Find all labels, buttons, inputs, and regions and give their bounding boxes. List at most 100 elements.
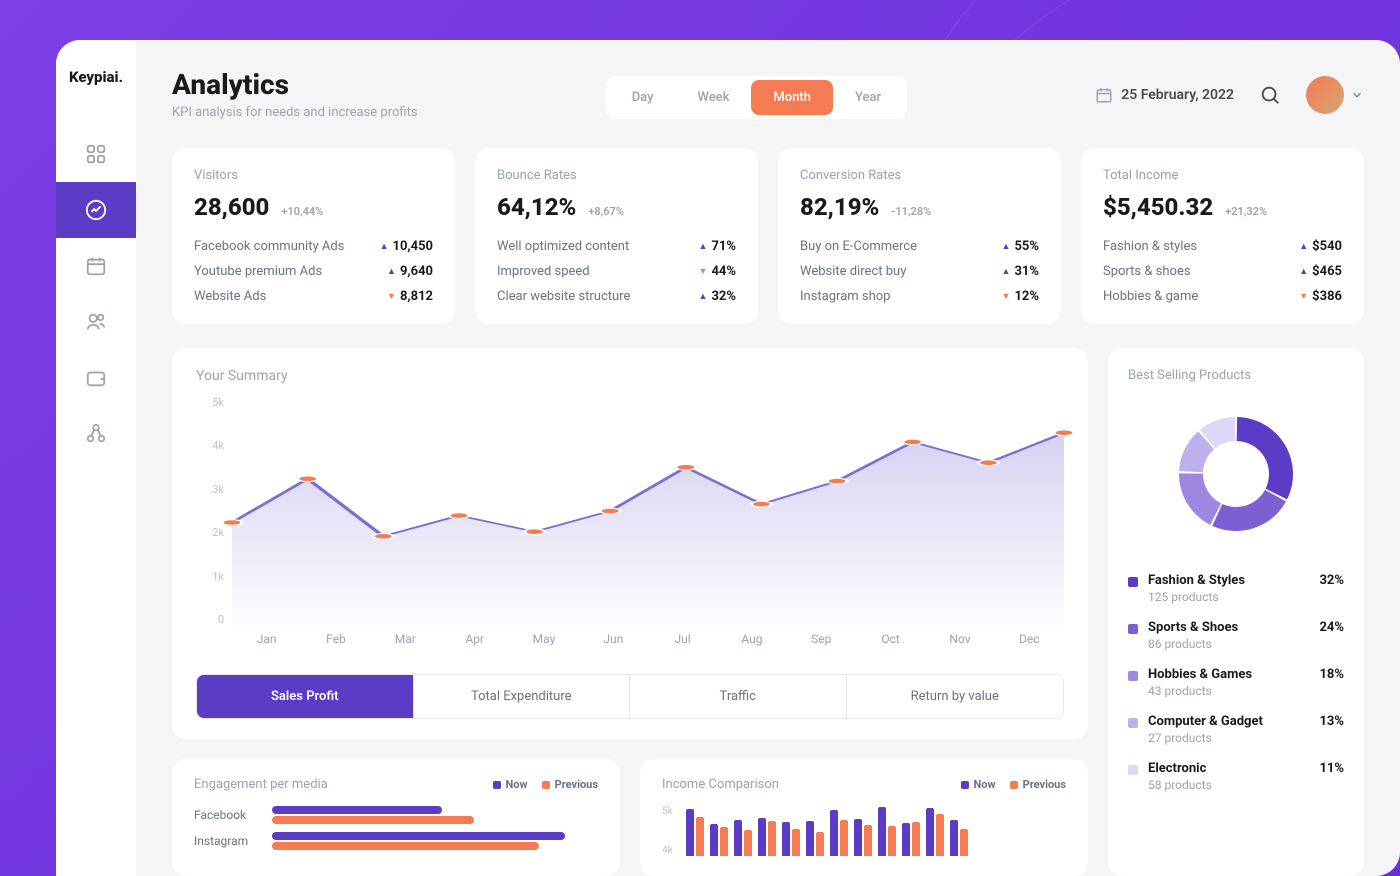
kpi-card: Visitors 28,600 +10,44% Facebook communi… bbox=[172, 148, 455, 324]
engagement-bar-now bbox=[272, 806, 442, 814]
income-bar-now bbox=[926, 808, 934, 856]
kpi-item-value: ▲32% bbox=[699, 289, 736, 304]
search-button[interactable] bbox=[1252, 77, 1288, 113]
engagement-bar-now bbox=[272, 832, 565, 840]
x-tick: Apr bbox=[440, 632, 509, 656]
product-sub: 125 products bbox=[1148, 590, 1309, 604]
x-tick: Dec bbox=[995, 632, 1064, 656]
engagement-label: Facebook bbox=[194, 808, 262, 822]
chart-line-icon bbox=[85, 199, 107, 221]
x-tick: Aug bbox=[717, 632, 786, 656]
product-item[interactable]: Fashion & Styles 125 products 32% bbox=[1128, 573, 1344, 604]
income-bar-now bbox=[806, 821, 814, 856]
kpi-delta: +21,32% bbox=[1225, 205, 1267, 218]
product-item[interactable]: Sports & Shoes 86 products 24% bbox=[1128, 620, 1344, 651]
income-bar-prev bbox=[744, 830, 752, 856]
product-name: Fashion & Styles bbox=[1148, 573, 1309, 588]
x-tick: Jul bbox=[648, 632, 717, 656]
income-bar-prev bbox=[840, 820, 848, 856]
income-bar-pair bbox=[830, 810, 848, 856]
kpi-item-value: ▼44% bbox=[699, 264, 736, 279]
product-name: Hobbies & Games bbox=[1148, 667, 1309, 682]
product-percent: 24% bbox=[1319, 620, 1344, 635]
wallet-icon bbox=[85, 367, 107, 389]
kpi-row: Visitors 28,600 +10,44% Facebook communi… bbox=[172, 148, 1364, 324]
kpi-item: Instagram shop ▼12% bbox=[800, 289, 1039, 304]
income-bar-pair bbox=[782, 822, 800, 856]
kpi-item-label: Fashion & styles bbox=[1103, 239, 1197, 254]
kpi-item-value: ▲31% bbox=[1002, 264, 1039, 279]
period-tab-day[interactable]: Day bbox=[610, 80, 676, 115]
page-subtitle: KPI analysis for needs and increase prof… bbox=[172, 105, 418, 120]
kpi-item-label: Hobbies & game bbox=[1103, 289, 1198, 304]
kpi-value: 82,19% bbox=[800, 193, 879, 221]
trend-up-icon: ▲ bbox=[380, 241, 389, 252]
income-bar-prev bbox=[696, 817, 704, 856]
income-bar-prev bbox=[816, 832, 824, 856]
user-menu[interactable] bbox=[1306, 76, 1364, 114]
period-tab-year[interactable]: Year bbox=[833, 80, 903, 115]
income-bar-prev bbox=[936, 814, 944, 856]
kpi-card: Conversion Rates 82,19% -11,28% Buy on E… bbox=[778, 148, 1061, 324]
kpi-item-value: ▲55% bbox=[1002, 239, 1039, 254]
trend-down-icon: ▼ bbox=[1002, 291, 1011, 302]
calendar-icon bbox=[85, 255, 107, 277]
trend-up-icon: ▲ bbox=[1002, 266, 1011, 277]
income-bar-now bbox=[902, 823, 910, 856]
kpi-label: Conversion Rates bbox=[800, 168, 1039, 183]
trend-down-icon: ▼ bbox=[387, 291, 396, 302]
kpi-item-value: ▲9,640 bbox=[387, 264, 433, 279]
kpi-item-label: Improved speed bbox=[497, 264, 590, 279]
nav-dashboard[interactable] bbox=[56, 126, 136, 182]
product-item[interactable]: Hobbies & Games 43 products 18% bbox=[1128, 667, 1344, 698]
color-swatch-icon bbox=[1128, 671, 1138, 681]
summary-tab[interactable]: Return by value bbox=[847, 675, 1064, 718]
kpi-item: Well optimized content ▲71% bbox=[497, 239, 736, 254]
kpi-item-label: Website Ads bbox=[194, 289, 266, 304]
kpi-value: $5,450.32 bbox=[1103, 193, 1213, 221]
nav-users[interactable] bbox=[56, 294, 136, 350]
engagement-label: Instagram bbox=[194, 834, 262, 848]
summary-tab[interactable]: Total Expenditure bbox=[414, 675, 631, 718]
kpi-item: Buy on E-Commerce ▲55% bbox=[800, 239, 1039, 254]
grid-icon bbox=[85, 143, 107, 165]
nav-share[interactable] bbox=[56, 406, 136, 462]
period-tab-month[interactable]: Month bbox=[751, 80, 833, 115]
income-bar-pair bbox=[758, 818, 776, 856]
income-bar-pair bbox=[734, 820, 752, 856]
kpi-item-value: ▼12% bbox=[1002, 289, 1039, 304]
summary-tab[interactable]: Sales Profit bbox=[197, 675, 414, 718]
color-swatch-icon bbox=[1128, 765, 1138, 775]
income-bar-now bbox=[854, 819, 862, 856]
kpi-value: 64,12% bbox=[497, 193, 576, 221]
kpi-item-label: Well optimized content bbox=[497, 239, 629, 254]
engagement-card: Engagement per media Now Previous Facebo… bbox=[172, 759, 620, 876]
engagement-row: Facebook bbox=[194, 806, 598, 824]
kpi-item-label: Clear website structure bbox=[497, 289, 630, 304]
kpi-item: Fashion & styles ▲$540 bbox=[1103, 239, 1342, 254]
summary-chart: 5k4k3k2k1k0 JanFebMarAprMayJunJulAugSepO… bbox=[196, 396, 1064, 656]
date-display[interactable]: 25 February, 2022 bbox=[1095, 86, 1234, 104]
summary-title: Your Summary bbox=[196, 368, 1064, 384]
color-swatch-icon bbox=[1128, 624, 1138, 634]
income-bar-now bbox=[734, 820, 742, 856]
sidebar: Keypiai. bbox=[56, 40, 136, 876]
engagement-row: Instagram bbox=[194, 832, 598, 850]
income-bar-prev bbox=[888, 826, 896, 856]
product-percent: 32% bbox=[1319, 573, 1344, 588]
income-bar-now bbox=[710, 824, 718, 856]
summary-tab[interactable]: Traffic bbox=[630, 675, 847, 718]
kpi-delta: +8,67% bbox=[588, 205, 624, 218]
product-percent: 13% bbox=[1319, 714, 1344, 729]
nav-calendar[interactable] bbox=[56, 238, 136, 294]
nav-wallet[interactable] bbox=[56, 350, 136, 406]
kpi-label: Visitors bbox=[194, 168, 433, 183]
product-sub: 86 products bbox=[1148, 637, 1309, 651]
product-item[interactable]: Electronic 58 products 11% bbox=[1128, 761, 1344, 792]
trend-up-icon: ▲ bbox=[1002, 241, 1011, 252]
kpi-card: Total Income $5,450.32 +21,32% Fashion &… bbox=[1081, 148, 1364, 324]
nav-analytics[interactable] bbox=[56, 182, 136, 238]
period-tab-week[interactable]: Week bbox=[675, 80, 751, 115]
product-item[interactable]: Computer & Gadget 27 products 13% bbox=[1128, 714, 1344, 745]
trend-up-icon: ▲ bbox=[387, 266, 396, 277]
